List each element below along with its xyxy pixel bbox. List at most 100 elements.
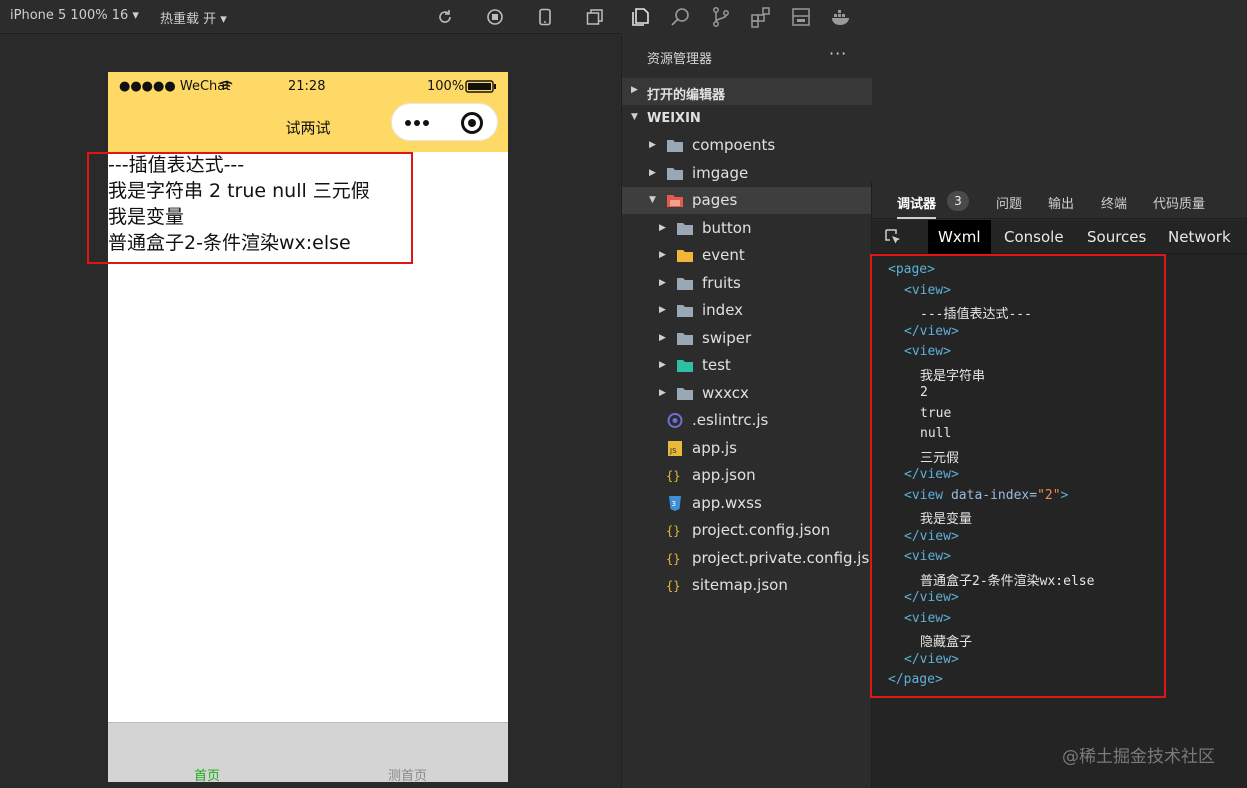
tab-problems[interactable]: 问题: [996, 193, 1022, 212]
signal-carrier: ●●●●● WeChat: [119, 79, 231, 94]
svg-text:{}: {}: [666, 524, 680, 538]
tree-item-label: app.js: [692, 438, 737, 457]
json-file-icon: {}: [666, 578, 684, 593]
refresh-icon[interactable]: [436, 8, 454, 26]
tab-console[interactable]: Console: [994, 220, 1074, 254]
svg-text:{}: {}: [666, 552, 680, 566]
tree-item-label: fruits: [702, 273, 741, 292]
wifi-icon: [219, 80, 233, 90]
phone-preview-icon[interactable]: [536, 8, 554, 26]
tab-terminal[interactable]: 终端: [1101, 193, 1127, 212]
folder-icon: [666, 166, 684, 181]
eslint-icon: [666, 413, 684, 428]
detach-window-icon[interactable]: [586, 8, 604, 26]
chevron-right-icon: ▶: [659, 360, 666, 370]
tree-item-label: app.wxss: [692, 493, 762, 512]
storage-icon[interactable]: [790, 6, 812, 28]
highlight-box-phone: [87, 152, 413, 264]
highlight-box-wxml: [870, 254, 1166, 698]
json-file-icon: {}: [666, 468, 684, 483]
file-item[interactable]: 3 app.wxss: [622, 490, 872, 517]
activity-bar: [621, 0, 871, 34]
status-time: 21:28: [288, 79, 326, 94]
tree-item-label: .eslintrc.js: [692, 411, 769, 429]
debugger-badge: 3: [947, 191, 969, 211]
chevron-right-icon: ▶: [659, 387, 666, 398]
tab-output[interactable]: 输出: [1048, 193, 1074, 212]
capsule-menu[interactable]: [391, 103, 498, 141]
tree-item-label: swiper: [702, 328, 752, 347]
project-section[interactable]: ▼ WEIXIN: [622, 105, 872, 132]
file-item[interactable]: .eslintrc.js: [622, 407, 872, 434]
explorer-more-button[interactable]: ···: [829, 44, 847, 63]
stop-icon[interactable]: [486, 8, 504, 26]
tree-item-label: imgage: [692, 163, 749, 182]
section-label: WEIXIN: [647, 111, 701, 126]
folder-item[interactable]: ▶ event: [622, 242, 872, 269]
folder-item[interactable]: ▶ imgage: [622, 160, 872, 187]
explorer-icon[interactable]: [631, 6, 653, 28]
tab-network[interactable]: Network: [1158, 220, 1241, 254]
folder-item[interactable]: ▶ swiper: [622, 325, 872, 352]
tree-item-label: pages: [692, 191, 738, 209]
css-file-icon: 3: [666, 495, 684, 511]
tab-home[interactable]: 首页: [194, 765, 220, 784]
tree-item-label: project.private.config.js...: [692, 548, 884, 567]
folder-item[interactable]: ▼ pages: [622, 187, 872, 214]
tree-item-label: app.json: [692, 466, 756, 484]
chevron-right-icon: ▶: [659, 332, 666, 343]
device-select[interactable]: iPhone 5 100% 16 ▾: [10, 8, 139, 23]
folder-item[interactable]: ▶ compoents: [622, 132, 872, 159]
file-item[interactable]: {} project.config.json: [622, 517, 872, 544]
tree-item-label: test: [702, 356, 731, 374]
tab-wxml[interactable]: Wxml: [928, 220, 991, 254]
js-file-icon: JS: [666, 440, 684, 456]
folder-item[interactable]: ▶ fruits: [622, 270, 872, 297]
tab-debugger[interactable]: 调试器: [897, 193, 937, 219]
tab-sources[interactable]: Sources: [1077, 220, 1156, 254]
svg-text:3: 3: [672, 500, 676, 508]
hot-reload-toggle[interactable]: 热重载 开 ▾: [160, 8, 227, 27]
folder-item[interactable]: ▶ wxxcx: [622, 380, 872, 407]
tree-item-label: project.config.json: [692, 521, 831, 539]
tree-item-label: sitemap.json: [692, 576, 788, 594]
devtools-tabs: Wxml Console Sources Network: [872, 220, 1247, 254]
nav-bar: 试两试: [108, 100, 508, 152]
folder-icon: [676, 303, 694, 318]
tree-item-label: compoents: [692, 136, 776, 154]
folder-item[interactable]: ▶ index: [622, 297, 872, 324]
test-folder-icon: [676, 358, 694, 373]
explorer-panel: 资源管理器 ··· ▶ 打开的编辑器 ▼ WEIXIN ▶ compoents ▶ img…: [621, 34, 884, 788]
status-bar: ●●●●● WeChat 21:28 100%: [108, 72, 508, 100]
close-miniprogram-icon[interactable]: [461, 112, 483, 134]
folder-icon: [676, 331, 694, 346]
file-item[interactable]: JS app.js: [622, 435, 872, 462]
source-control-icon[interactable]: [710, 6, 732, 28]
tree-item-label: wxxcx: [702, 383, 749, 402]
devtools-window: iPhone 5 100% 16 ▾ 热重载 开 ▾ ●●●●● WeChat …: [0, 0, 1247, 788]
chevron-right-icon: ▶: [631, 85, 638, 95]
inspect-element-icon[interactable]: [884, 228, 902, 246]
chevron-right-icon: ▶: [649, 167, 656, 178]
section-label: 打开的编辑器: [647, 88, 726, 103]
more-dots-icon[interactable]: [405, 120, 435, 126]
tab-code-quality[interactable]: 代码质量: [1153, 193, 1205, 212]
extensions-icon[interactable]: [750, 6, 772, 28]
file-item[interactable]: {} app.json: [622, 462, 872, 489]
docker-icon[interactable]: [830, 6, 852, 28]
chevron-down-icon: ▼: [631, 112, 638, 122]
chevron-right-icon: ▶: [659, 277, 666, 288]
folder-icon: [676, 221, 694, 236]
folder-item[interactable]: ▶ test: [622, 352, 872, 379]
folder-icon: [666, 138, 684, 153]
battery-percent: 100%: [427, 79, 465, 94]
folder-icon: [676, 386, 694, 401]
simulator-toolbar: iPhone 5 100% 16 ▾ 热重载 开 ▾: [0, 0, 620, 34]
file-item[interactable]: {} sitemap.json: [622, 572, 872, 599]
file-item[interactable]: {} project.private.config.js...: [622, 545, 884, 572]
tab-test-home[interactable]: 测首页: [388, 765, 427, 784]
open-editors-section[interactable]: ▶ 打开的编辑器: [622, 78, 872, 105]
search-icon[interactable]: [670, 6, 692, 28]
debugger-tabs: 调试器 3 问题 输出 终端 代码质量: [872, 182, 1247, 219]
folder-item[interactable]: ▶ button: [622, 215, 872, 242]
